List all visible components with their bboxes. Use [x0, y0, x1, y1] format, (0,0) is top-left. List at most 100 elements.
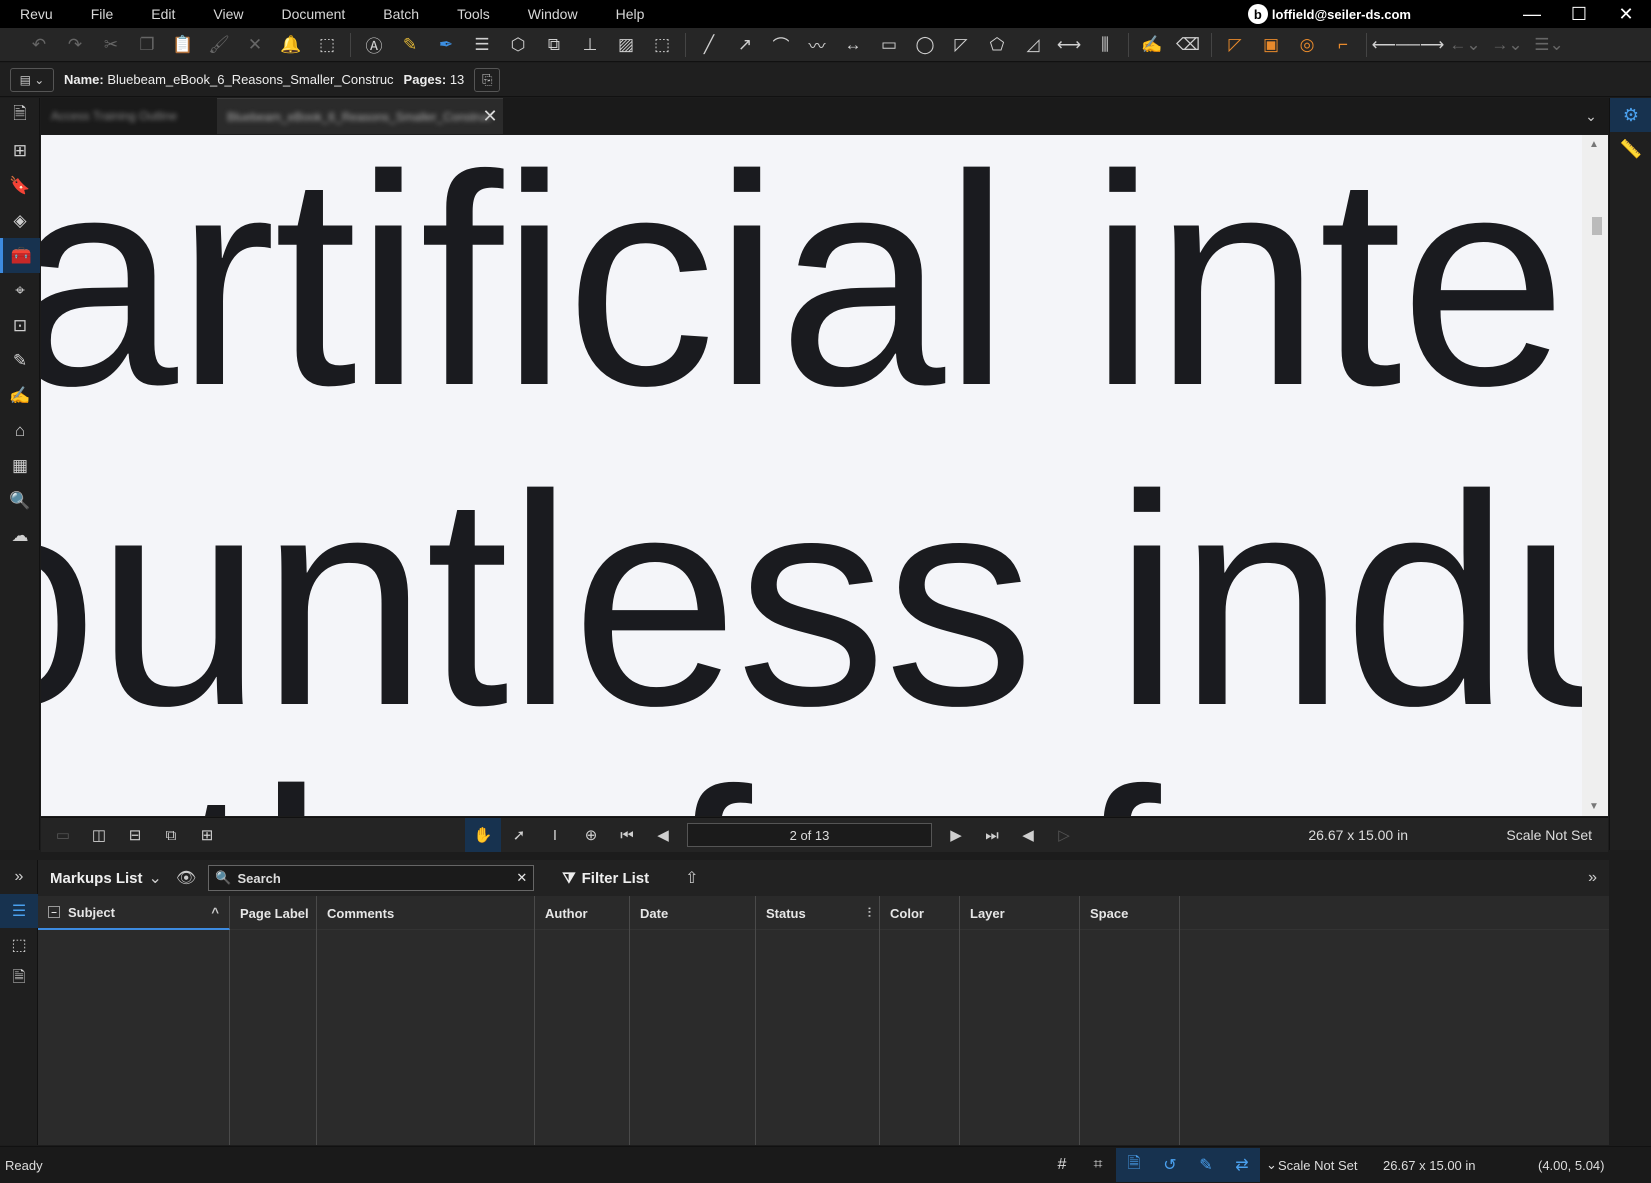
recent-files-icon[interactable]: 🗎 — [0, 962, 38, 996]
collapse-all-icon[interactable]: – — [48, 906, 60, 918]
line-start-icon[interactable]: ←⌄ — [1445, 30, 1485, 60]
reuse-tool-icon[interactable]: ✎ — [1188, 1148, 1224, 1182]
places-icon[interactable]: ⌖ — [0, 273, 40, 308]
close-window-button[interactable]: ✕ — [1603, 0, 1649, 28]
menu-revu[interactable]: Revu — [0, 6, 71, 22]
column-color[interactable]: Color — [880, 896, 960, 930]
previous-view-icon[interactable]: ◀ — [1010, 818, 1046, 852]
polyline-icon[interactable]: 〰 — [800, 30, 834, 60]
text-select-icon[interactable]: I — [537, 818, 573, 852]
scroll-down-icon[interactable]: ▼ — [1589, 801, 1599, 812]
tabs-overflow-chevron-icon[interactable]: ⌄ — [1573, 98, 1609, 134]
sketch-icon[interactable]: ✍ — [1135, 30, 1169, 60]
snap-to-grid-icon[interactable]: ⌗ — [1080, 1148, 1116, 1182]
menu-tools[interactable]: Tools — [437, 6, 508, 22]
forms-icon[interactable]: ✎ — [0, 343, 40, 378]
column-subject[interactable]: – Subject ^ — [38, 896, 230, 930]
file-access-icon[interactable]: 🗎 — [0, 98, 40, 133]
pan-hand-icon[interactable]: ✋ — [465, 818, 501, 852]
dropdown-chevron-icon[interactable]: ⌄ — [149, 868, 162, 888]
properties-gear-icon[interactable]: ⚙ — [1610, 98, 1651, 132]
column-status[interactable]: Status ⫶ — [756, 896, 880, 930]
highlight-icon[interactable]: ✎ — [393, 30, 427, 60]
maximize-button[interactable]: ☐ — [1556, 0, 1602, 28]
line-end-icon[interactable]: →⌄ — [1487, 30, 1527, 60]
column-comments[interactable]: Comments — [317, 896, 535, 930]
stamp-icon[interactable]: ⊥ — [573, 30, 607, 60]
signatures-icon[interactable]: ✍ — [0, 378, 40, 413]
sync-icon[interactable]: ⧉ — [153, 818, 189, 852]
snap-to-content-icon[interactable]: 🗎 — [1116, 1148, 1152, 1182]
count-icon[interactable]: ⫼ — [1088, 30, 1122, 60]
menu-window[interactable]: Window — [508, 6, 596, 22]
scroll-thumb[interactable] — [1592, 217, 1602, 235]
single-page-icon[interactable]: ▭ — [45, 818, 81, 852]
3d-icon[interactable]: ⬚ — [0, 928, 38, 962]
markups-search-input[interactable] — [237, 870, 511, 886]
spaces-icon[interactable]: ⊡ — [0, 308, 40, 343]
minimize-button[interactable]: — — [1509, 0, 1555, 28]
measurements-ruler-icon[interactable]: 📏 — [1610, 132, 1651, 166]
next-page-icon[interactable]: ▶ — [938, 818, 974, 852]
measure-polygon-icon[interactable]: ◸ — [1218, 30, 1252, 60]
measure-polyline-icon[interactable]: ⌐ — [1326, 30, 1360, 60]
menu-edit[interactable]: Edit — [131, 6, 193, 22]
menu-document[interactable]: Document — [261, 6, 363, 22]
column-space[interactable]: Space — [1080, 896, 1180, 930]
column-layer[interactable]: Layer — [960, 896, 1080, 930]
filter-list-button[interactable]: ⧩ Filter List — [562, 870, 649, 887]
account-info[interactable]: b loffield@seiler-ds.com — [1247, 0, 1411, 28]
vertical-scrollbar[interactable]: ▲ ▼ — [1582, 135, 1608, 816]
length-icon[interactable]: ⟷ — [1052, 30, 1086, 60]
arrow-icon[interactable]: ↗ — [728, 30, 762, 60]
bell-icon[interactable]: 🔔 — [274, 30, 308, 60]
measure-ellipse-icon[interactable]: ◎ — [1290, 30, 1324, 60]
menu-help[interactable]: Help — [596, 6, 663, 22]
status-scale[interactable]: Scale Not Set — [1278, 1158, 1358, 1173]
redo-icon[interactable]: ↷ — [58, 30, 92, 60]
area-icon[interactable]: ⬠ — [980, 30, 1014, 60]
column-page-label[interactable]: Page Label — [230, 896, 317, 930]
dimension-icon[interactable]: ↔ — [836, 30, 870, 60]
menu-file[interactable]: File — [71, 6, 132, 22]
markups-list-icon[interactable]: ☰ — [0, 894, 38, 928]
arc-icon[interactable]: ⌒ — [764, 30, 798, 60]
scroll-up-icon[interactable]: ▲ — [1589, 139, 1599, 150]
menu-batch[interactable]: Batch — [363, 6, 437, 22]
measure-rect-icon[interactable]: ▣ — [1254, 30, 1288, 60]
last-page-icon[interactable]: ⏭ — [974, 818, 1010, 852]
new-page-icon[interactable]: ⎘ — [474, 67, 501, 92]
note-icon[interactable]: ⧉ — [537, 30, 571, 60]
eraser-icon[interactable]: ⌫ — [1171, 30, 1205, 60]
polygon-icon[interactable]: ◸ — [944, 30, 978, 60]
previous-page-icon[interactable]: ◀ — [645, 818, 681, 852]
export-icon[interactable]: ⇧ — [685, 868, 698, 888]
snap-to-markup-icon[interactable]: ↺ — [1152, 1148, 1188, 1182]
markups-list-title[interactable]: Markups List — [50, 870, 143, 887]
perimeter-icon[interactable]: ◿ — [1016, 30, 1050, 60]
select-pointer-icon[interactable]: ➚ — [501, 818, 537, 852]
line-style-icon[interactable]: ⟵──⟶ — [1372, 30, 1445, 60]
grid-icon[interactable]: # — [1044, 1148, 1080, 1182]
cut-icon[interactable]: ✂ — [94, 30, 128, 60]
callout-icon[interactable]: ☰ — [465, 30, 499, 60]
sync-view-icon[interactable]: ⇄ — [1224, 1148, 1260, 1182]
menu-view[interactable]: View — [193, 6, 261, 22]
tags-icon[interactable]: ⌂ — [0, 413, 40, 448]
first-page-icon[interactable]: ⏮ — [609, 818, 645, 852]
tab-training-outline[interactable]: Access Training Outline — [41, 98, 217, 134]
document-canvas[interactable]: artificial intell ountless indu ath of a… — [41, 135, 1608, 816]
ellipse-icon[interactable]: ◯ — [908, 30, 942, 60]
line-weight-icon[interactable]: ☰⌄ — [1529, 30, 1569, 60]
line-icon[interactable]: ╱ — [692, 30, 726, 60]
tab-bluebeam-ebook[interactable]: Bluebeam_eBook_6_Reasons_Smaller_Constru… — [217, 98, 503, 134]
clear-search-icon[interactable]: ✕ — [516, 870, 527, 886]
page-number-field[interactable]: 2 of 13 — [687, 823, 932, 847]
document-menu-icon[interactable]: ▤ ⌄ — [10, 67, 54, 92]
select-region-icon[interactable]: ⬚ — [310, 30, 344, 60]
bookmarks-icon[interactable]: 🔖 — [0, 168, 40, 203]
split-horizontal-icon[interactable]: ⊟ — [117, 818, 153, 852]
format-painter-icon[interactable]: 🖌 — [202, 30, 236, 60]
thumbnails-icon[interactable]: ⊞ — [0, 133, 40, 168]
next-view-icon[interactable]: ▷ — [1046, 818, 1082, 852]
